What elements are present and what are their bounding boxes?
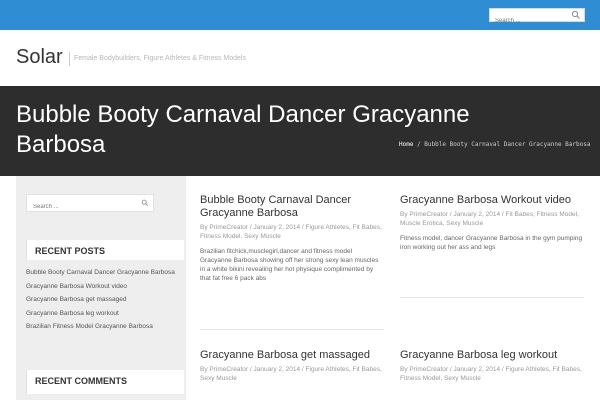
breadcrumb-current: / Bubble Booty Carnaval Dancer Gracyanne… [417,141,591,148]
sidebar: RECENT POSTS Bubble Booty Carnaval Dance… [16,176,186,400]
post-title-link[interactable]: Bubble Booty Carnaval Dancer Gracyanne B… [200,194,384,220]
recent-post-link[interactable]: Bubble Booty Carnaval Dancer Gracyanne B… [26,269,175,276]
post-date-link[interactable]: January 2, 2014 [253,366,300,373]
post-date-link[interactable]: January 2, 2014 [253,224,300,231]
recent-post-link[interactable]: Gracyanne Barbosa Workout video [26,283,127,290]
recent-posts-widget-header: RECENT POSTS [26,240,184,260]
post-date-link[interactable]: January 2, 2014 [453,366,500,373]
recent-posts-list: Bubble Booty Carnaval Dancer Gracyanne B… [26,269,176,337]
top-bar [0,0,600,30]
search-icon[interactable] [141,199,149,207]
logo-divider [69,52,70,66]
post-divider [200,329,384,330]
post-divider [400,297,584,298]
recent-comments-widget-header: RECENT COMMENTS [26,370,184,394]
list-item[interactable]: Gracyanne Barbosa get massaged [26,296,176,305]
post-title-link[interactable]: Gracyanne Barbosa Workout video [400,194,584,207]
post-meta: By PrimeCreator / January 2, 2014 / Figu… [400,366,582,382]
site-header: Solar Female Bodybuilders, Figure Athlet… [0,30,600,86]
top-search-box[interactable] [489,8,585,27]
recent-post-link[interactable]: Brazilian Fitness Model Gracyanne Barbos… [26,323,153,330]
top-search-input[interactable] [490,15,570,27]
site-tagline: Female Bodybuilders, Figure Athletes & F… [74,55,246,62]
list-item[interactable]: Gracyanne Barbosa Workout video [26,283,176,292]
post-meta: By PrimeCreator / January 2, 2014 / Figu… [200,366,382,382]
sidebar-search-box[interactable] [26,194,154,215]
post-card: Gracyanne Barbosa Workout video By Prime… [400,194,584,252]
post-author-link[interactable]: PrimeCreator [409,366,448,373]
post-card: Gracyanne Barbosa get massaged By PrimeC… [200,349,384,383]
post-author-link[interactable]: PrimeCreator [409,211,448,218]
breadcrumb: Home / Bubble Booty Carnaval Dancer Grac… [399,141,590,148]
page-title-band: Bubble Booty Carnaval Dancer Gracyanne B… [0,86,600,176]
post-excerpt: Fitness model, dancer Gracyanne Barbosa … [400,235,583,251]
site-logo[interactable]: Solar [16,46,63,69]
post-meta: By PrimeCreator / January 2, 2014 / Figu… [200,224,382,240]
list-item[interactable]: Gracyanne Barbosa leg workout [26,310,176,319]
post-date-link[interactable]: January 2, 2014 [453,211,500,218]
post-meta: By PrimeCreator / January 2, 2014 / Fit … [400,211,579,227]
post-card: Gracyanne Barbosa leg workout By PrimeCr… [400,349,584,383]
meta-by: By [400,366,408,373]
post-title-link[interactable]: Gracyanne Barbosa leg workout [400,349,584,362]
page-title: Bubble Booty Carnaval Dancer Gracyanne B… [16,101,470,158]
meta-by: By [400,211,408,218]
breadcrumb-home-link[interactable]: Home [399,141,413,148]
meta-by: By [200,224,208,231]
recent-post-link[interactable]: Gracyanne Barbosa leg workout [26,310,119,317]
sidebar-search-input[interactable] [27,199,137,215]
recent-comments-title: RECENT COMMENTS [35,376,127,386]
list-item[interactable]: Bubble Booty Carnaval Dancer Gracyanne B… [26,269,176,278]
post-title-link[interactable]: Gracyanne Barbosa get massaged [200,349,384,362]
post-author-link[interactable]: PrimeCreator [209,224,248,231]
meta-by: By [200,366,208,373]
search-icon[interactable] [571,10,581,20]
recent-post-link[interactable]: Gracyanne Barbosa get massaged [26,296,126,303]
post-excerpt: Brazilian fitchick,musclegirl,dancer and… [200,248,379,282]
post-author-link[interactable]: PrimeCreator [209,366,248,373]
list-item[interactable]: Brazilian Fitness Model Gracyanne Barbos… [26,323,176,332]
post-card: Bubble Booty Carnaval Dancer Gracyanne B… [200,194,384,283]
recent-posts-title: RECENT POSTS [35,246,106,256]
